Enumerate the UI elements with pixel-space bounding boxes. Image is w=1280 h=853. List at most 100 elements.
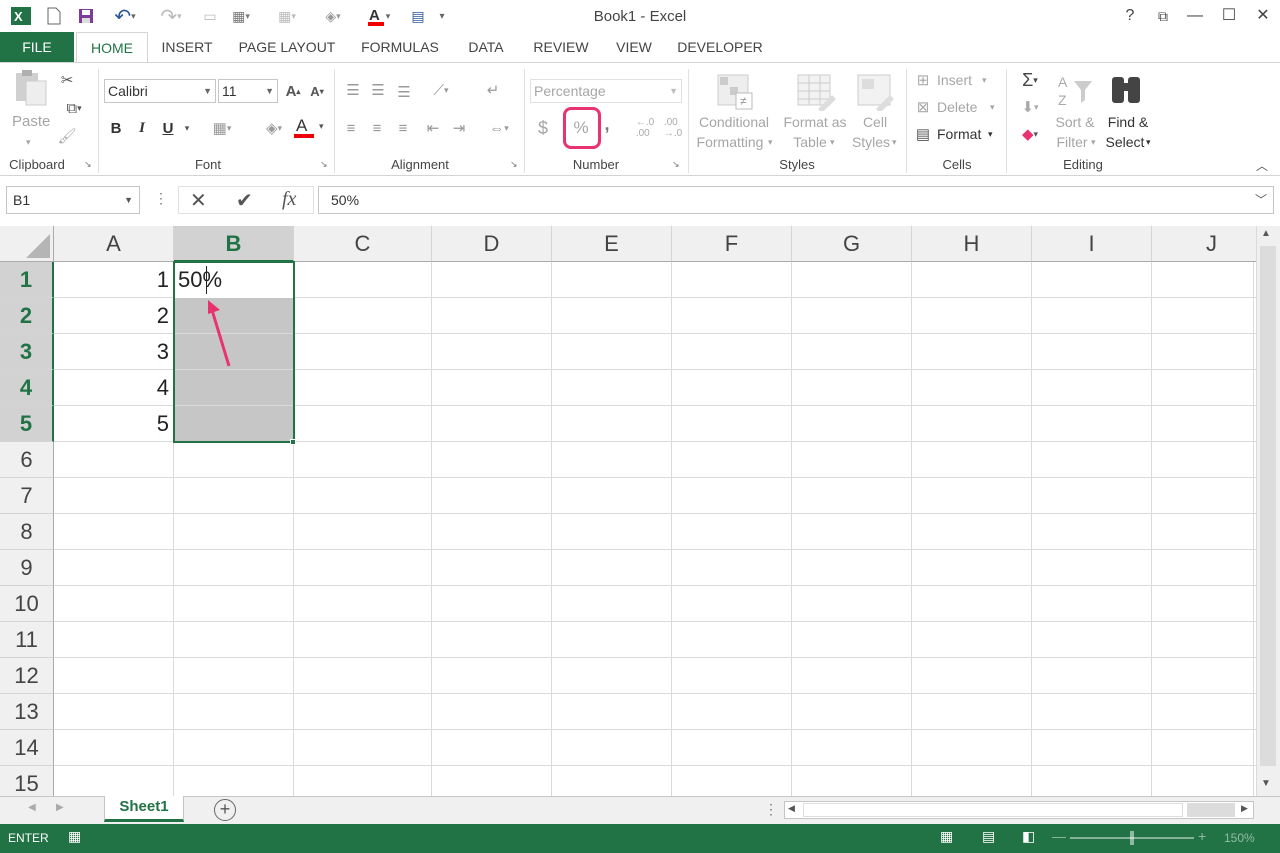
conditional-formatting-icon[interactable]: ≠ — [716, 71, 756, 111]
column-header-h[interactable]: H — [912, 226, 1032, 262]
format-as-table-icon[interactable] — [796, 71, 836, 113]
sort-filter-label-2[interactable]: Filter — [1050, 133, 1094, 151]
number-launcher-icon[interactable]: ↘ — [672, 159, 680, 170]
row-header-15[interactable]: 15 — [0, 766, 54, 796]
row-header-4[interactable]: 4 — [0, 370, 54, 406]
previous-sheet-icon[interactable]: ◀ — [28, 802, 36, 813]
row-header-1[interactable]: 1 — [0, 262, 54, 298]
format-cells-label[interactable]: Format — [937, 125, 981, 143]
next-sheet-icon[interactable]: ▶ — [56, 802, 64, 813]
cell-a5[interactable]: 5 — [54, 406, 173, 442]
formula-input[interactable]: 50% ﹀ — [318, 186, 1274, 214]
format-dropdown-icon[interactable]: ▾ — [988, 125, 993, 143]
row-header-5[interactable]: 5 — [0, 406, 54, 442]
format-as-table-label-1[interactable]: Format as — [780, 113, 850, 131]
merge-center-icon[interactable]: ⇔ ▾ — [482, 117, 516, 139]
paste-icon[interactable] — [10, 69, 50, 109]
clipboard-launcher-icon[interactable]: ↘ — [84, 159, 92, 170]
cell-styles-label-1[interactable]: Cell — [850, 113, 900, 131]
normal-view-icon[interactable]: ▦ — [940, 828, 953, 845]
grow-font-icon[interactable]: A ▴ — [282, 80, 304, 102]
bold-button[interactable]: B — [105, 117, 127, 139]
maximize-icon[interactable]: ☐ — [1214, 4, 1244, 28]
delete-cells-label[interactable]: Delete — [937, 98, 977, 116]
format-cells-icon[interactable]: ▤ — [912, 123, 934, 145]
name-box[interactable]: B1 ▼ — [6, 186, 140, 214]
row-header-9[interactable]: 9 — [0, 550, 54, 586]
zoom-in-icon[interactable]: + — [1198, 828, 1206, 844]
sort-filter-label-1[interactable]: Sort & — [1050, 113, 1100, 131]
paste-dropdown-icon[interactable]: ▾ — [26, 133, 31, 151]
confirm-entry-button[interactable]: ✔ — [236, 188, 253, 213]
alignment-launcher-icon[interactable]: ↘ — [510, 159, 518, 170]
font-name-combo[interactable]: Calibri ▼ — [104, 79, 216, 103]
tab-review[interactable]: REVIEW — [524, 32, 598, 62]
insert-cells-label[interactable]: Insert — [937, 71, 972, 89]
row-header-3[interactable]: 3 — [0, 334, 54, 370]
ribbon-display-options-icon[interactable]: ⧉ — [1148, 4, 1178, 28]
conditional-formatting-label-2[interactable]: Formatting — [690, 133, 770, 151]
column-header-e[interactable]: E — [552, 226, 672, 262]
vertical-scrollbar[interactable]: ▲ ▼ — [1256, 226, 1280, 796]
percent-style-button[interactable]: % — [570, 117, 592, 139]
decrease-decimal-icon[interactable]: .00 →.0 — [660, 117, 686, 139]
fill-handle[interactable] — [290, 439, 296, 445]
scroll-down-icon[interactable]: ▼ — [1261, 778, 1271, 789]
paste-label[interactable]: Paste — [12, 113, 50, 131]
scroll-thumb[interactable] — [1260, 246, 1276, 766]
page-layout-view-icon[interactable]: ▤ — [982, 828, 995, 845]
row-header-7[interactable]: 7 — [0, 478, 54, 514]
zoom-level[interactable]: 150% — [1224, 831, 1255, 845]
font-color-icon[interactable]: A ▾ — [292, 115, 328, 141]
page-break-view-icon[interactable]: ◧ — [1022, 828, 1035, 845]
conditional-formatting-label-1[interactable]: Conditional — [694, 113, 774, 131]
align-left-icon[interactable]: ≡ — [340, 117, 362, 139]
increase-indent-icon[interactable]: ⇥ — [448, 117, 470, 139]
insert-function-button[interactable]: fx — [282, 188, 296, 211]
delete-cells-icon[interactable]: ⊠ — [912, 96, 934, 118]
horizontal-scroll-thumb[interactable] — [803, 803, 1183, 817]
find-select-label-1[interactable]: Find & — [1102, 113, 1154, 131]
font-launcher-icon[interactable]: ↘ — [320, 159, 328, 170]
increase-decimal-icon[interactable]: ←.0.00 — [632, 117, 658, 139]
minimize-icon[interactable]: — — [1180, 4, 1210, 28]
column-header-c[interactable]: C — [294, 226, 432, 262]
scroll-right-icon[interactable]: ▶ — [1241, 803, 1248, 814]
font-size-combo[interactable]: 11 ▼ — [218, 79, 278, 103]
horizontal-scrollbar[interactable]: ◀ ▶ — [784, 801, 1254, 819]
italic-button[interactable]: I — [131, 117, 153, 139]
clear-icon[interactable]: ◆ ▾ — [1012, 123, 1048, 145]
shrink-font-icon[interactable]: A ▾ — [306, 80, 328, 102]
cell-a4[interactable]: 4 — [54, 370, 173, 406]
row-header-12[interactable]: 12 — [0, 658, 54, 694]
bottom-align-icon[interactable]: ☰ — [393, 81, 415, 103]
close-icon[interactable]: ✕ — [1248, 4, 1278, 28]
find-select-label-2[interactable]: Select — [1100, 133, 1150, 151]
tab-split-icon[interactable]: ⋮ — [764, 801, 778, 818]
row-header-13[interactable]: 13 — [0, 694, 54, 730]
cancel-entry-button[interactable]: ✕ — [190, 188, 207, 213]
sort-filter-icon[interactable]: AZ — [1056, 71, 1096, 111]
cell-styles-icon[interactable] — [856, 71, 896, 113]
cut-icon[interactable]: ✂ — [56, 69, 78, 91]
conditional-formatting-dropdown-icon[interactable]: ▾ — [768, 133, 773, 151]
collapse-ribbon-icon[interactable]: ︿ — [1256, 157, 1268, 174]
cell-styles-dropdown-icon[interactable]: ▾ — [892, 133, 897, 151]
currency-button[interactable]: $ — [532, 117, 554, 139]
zoom-slider-thumb[interactable] — [1130, 831, 1134, 845]
column-header-f[interactable]: F — [672, 226, 792, 262]
find-select-icon[interactable] — [1108, 71, 1148, 111]
sheet-tab-sheet1[interactable]: Sheet1 — [104, 796, 184, 822]
orientation-icon[interactable]: ⟋ ▾ — [424, 79, 458, 101]
format-as-table-dropdown-icon[interactable]: ▾ — [830, 133, 835, 151]
number-format-combo[interactable]: Percentage ▼ — [530, 79, 682, 103]
row-header-14[interactable]: 14 — [0, 730, 54, 766]
fill-icon[interactable]: ⬇ ▾ — [1012, 96, 1048, 118]
column-header-j[interactable]: J — [1152, 226, 1256, 262]
row-header-8[interactable]: 8 — [0, 514, 54, 550]
copy-icon[interactable]: ⧉ ▾ — [56, 97, 92, 119]
tab-developer[interactable]: DEVELOPER — [670, 32, 770, 62]
cell-a2[interactable]: 2 — [54, 298, 173, 334]
tab-insert[interactable]: INSERT — [152, 32, 222, 62]
fill-color-icon[interactable]: ◈ ▾ — [256, 117, 292, 139]
